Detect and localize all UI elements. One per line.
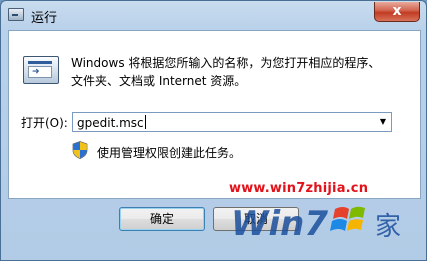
logo-text: Win7: [231, 204, 328, 244]
window-title: 运行: [31, 11, 58, 26]
description-text: Windows 将根据您所输入的名称，为您打开相应的程序、 文件夹、文档或 In…: [71, 54, 401, 90]
admin-privilege-note: 使用管理权限创建此任务。: [97, 146, 242, 160]
run-program-icon: ➜: [23, 56, 59, 84]
run-window-icon: [8, 8, 24, 21]
watermark-url: www.win7zhijia.cn: [229, 181, 369, 196]
description-line-2: 文件夹、文档或 Internet 资源。: [71, 74, 247, 88]
command-input[interactable]: gpedit.msc: [77, 115, 146, 130]
title-bar[interactable]: 运行 x: [1, 1, 426, 31]
open-label: 打开(O):: [21, 116, 68, 130]
chevron-down-icon[interactable]: ▼: [375, 113, 391, 131]
ok-button[interactable]: 确定: [119, 207, 205, 231]
run-dialog-window: 运行 x ➜ Windows 将根据您所输入的名称，为您打开相应的程序、 文件夹…: [0, 0, 427, 261]
win7-logo-watermark: Win7 家: [231, 204, 401, 244]
windows-flag-icon: [330, 206, 365, 231]
description-line-1: Windows 将根据您所输入的名称，为您打开相应的程序、: [71, 56, 381, 70]
close-button[interactable]: x: [374, 2, 420, 22]
logo-suffix: 家: [375, 212, 401, 242]
dialog-content: ➜ Windows 将根据您所输入的名称，为您打开相应的程序、 文件夹、文档或 …: [8, 30, 421, 199]
command-combobox[interactable]: gpedit.msc ▼: [72, 112, 392, 132]
uac-shield-icon: [72, 141, 88, 159]
